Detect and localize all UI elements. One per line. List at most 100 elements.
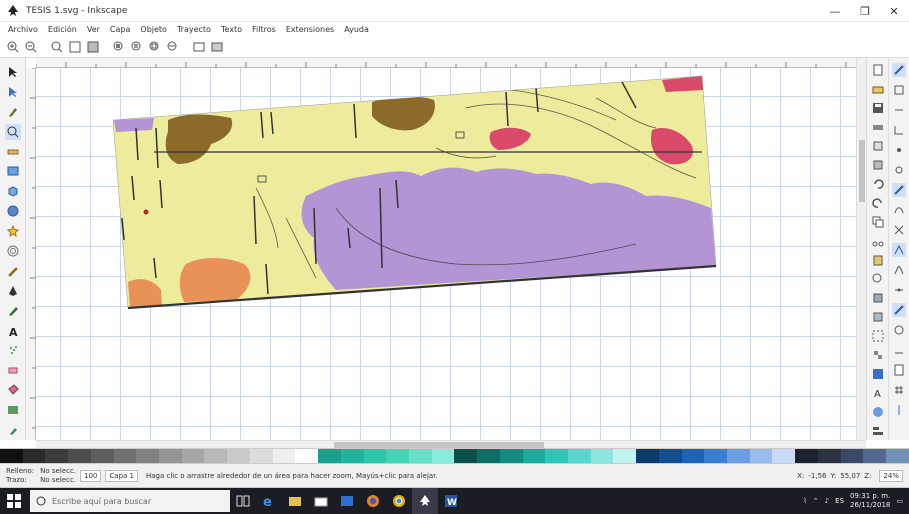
close-button[interactable]: ✕: [879, 0, 909, 22]
snap-bbox-mid-icon[interactable]: [892, 143, 906, 157]
maximize-button[interactable]: ❐: [850, 0, 880, 22]
palette-swatch[interactable]: [636, 449, 659, 463]
palette-swatch[interactable]: [658, 449, 682, 463]
palette-swatch[interactable]: [90, 449, 114, 463]
import-icon[interactable]: [871, 139, 885, 152]
palette-swatch[interactable]: [136, 449, 160, 463]
menu-item-text[interactable]: Texto: [221, 25, 242, 34]
task-view-icon[interactable]: [230, 488, 256, 514]
vertical-scroll-thumb[interactable]: [859, 140, 865, 202]
zoom-next-icon[interactable]: [210, 40, 224, 54]
zoom-1to2-icon[interactable]: [68, 40, 82, 54]
ungroup-icon[interactable]: [871, 348, 885, 361]
menu-item-extensions[interactable]: Extensiones: [286, 25, 334, 34]
zoom-field[interactable]: 24%: [879, 469, 903, 482]
layer-selector[interactable]: Capa 1: [105, 469, 138, 482]
snap-cusp-icon[interactable]: [892, 243, 906, 257]
zoom-prev-icon[interactable]: [192, 40, 206, 54]
eraser-tool-icon[interactable]: [5, 362, 21, 378]
palette-swatch[interactable]: [727, 449, 750, 463]
snap-toggle-icon[interactable]: [892, 63, 906, 77]
minimize-button[interactable]: —: [820, 0, 850, 22]
palette-swatch[interactable]: [477, 449, 500, 463]
word-icon[interactable]: W: [438, 488, 464, 514]
snap-object-center-icon[interactable]: [892, 303, 906, 317]
measure-tool-icon[interactable]: [5, 144, 21, 160]
snap-bbox-corner-icon[interactable]: [892, 123, 906, 137]
snap-rotation-center-icon[interactable]: [892, 323, 906, 337]
palette-swatch[interactable]: [886, 449, 909, 463]
palette-swatch[interactable]: [817, 449, 841, 463]
tweak-tool-icon[interactable]: [5, 104, 21, 120]
color-palette[interactable]: [0, 448, 909, 464]
ellipse-tool-icon[interactable]: [5, 203, 21, 219]
opacity-field[interactable]: 100: [80, 469, 102, 482]
snap-bbox-edge-icon[interactable]: [892, 103, 906, 117]
zoom-tool-icon[interactable]: [4, 123, 21, 140]
save-icon[interactable]: [871, 101, 885, 114]
network-icon[interactable]: ⌇: [803, 497, 806, 505]
palette-swatch[interactable]: [386, 449, 409, 463]
pencil-tool-icon[interactable]: [5, 263, 21, 279]
palette-swatch[interactable]: [704, 449, 727, 463]
palette-swatch[interactable]: [340, 449, 364, 463]
snap-smooth-icon[interactable]: [892, 263, 906, 277]
palette-swatch[interactable]: [590, 449, 614, 463]
3dbox-tool-icon[interactable]: [5, 183, 21, 199]
clone-icon[interactable]: [871, 310, 885, 323]
zoom-in-icon[interactable]: [6, 40, 20, 54]
inkscape-icon[interactable]: [412, 488, 438, 514]
palette-swatch[interactable]: [408, 449, 432, 463]
palette-swatch[interactable]: [249, 449, 273, 463]
node-tool-icon[interactable]: [5, 84, 21, 100]
menu-item-view[interactable]: Ver: [87, 25, 100, 34]
snap-nodes-icon[interactable]: [892, 183, 906, 197]
zoom-out-icon[interactable]: [24, 40, 38, 54]
palette-swatch[interactable]: [159, 449, 182, 463]
zoom-1to1-icon[interactable]: [50, 40, 64, 54]
palette-swatch[interactable]: [840, 449, 864, 463]
selector-icon[interactable]: [5, 64, 21, 80]
palette-swatch[interactable]: [749, 449, 773, 463]
group-icon[interactable]: [871, 329, 885, 342]
palette-swatch[interactable]: [545, 449, 568, 463]
chrome-icon[interactable]: [386, 488, 412, 514]
palette-swatch[interactable]: [45, 449, 69, 463]
paste-icon[interactable]: [871, 253, 885, 266]
menu-item-object[interactable]: Objeto: [140, 25, 167, 34]
horizontal-scrollbar[interactable]: [36, 440, 866, 448]
zoom-2to1-icon[interactable]: [86, 40, 100, 54]
zoom-drawing-icon[interactable]: [130, 40, 144, 54]
store-icon[interactable]: [308, 488, 334, 514]
spiral-tool-icon[interactable]: [5, 243, 21, 259]
menu-item-path[interactable]: Trayecto: [177, 25, 211, 34]
calligraphy-tool-icon[interactable]: [5, 303, 21, 319]
palette-swatch[interactable]: [499, 449, 523, 463]
action-center-icon[interactable]: ▭: [896, 497, 903, 505]
align-icon[interactable]: [871, 424, 885, 437]
palette-swatch[interactable]: [22, 449, 46, 463]
palette-swatch[interactable]: [431, 449, 455, 463]
vertical-scrollbar[interactable]: [856, 58, 866, 440]
zoom-selection-icon[interactable]: [112, 40, 126, 54]
snap-page-icon[interactable]: [892, 363, 906, 377]
zoom-fit-icon[interactable]: [871, 272, 885, 285]
language-icon[interactable]: ES: [835, 497, 844, 505]
print-icon[interactable]: [871, 120, 885, 133]
volume-icon[interactable]: ♪: [825, 497, 829, 505]
snap-intersection-icon[interactable]: [892, 223, 906, 237]
firefox-icon[interactable]: [360, 488, 386, 514]
snap-guide-icon[interactable]: [892, 403, 906, 417]
menu-item-layer[interactable]: Capa: [110, 25, 130, 34]
undo-icon[interactable]: [871, 177, 885, 190]
palette-swatch[interactable]: [318, 449, 341, 463]
edge-icon[interactable]: e: [256, 488, 282, 514]
rect-tool-icon[interactable]: [5, 163, 21, 179]
zoom-page-icon[interactable]: [148, 40, 162, 54]
zoom-page-width-icon[interactable]: [166, 40, 180, 54]
palette-swatch[interactable]: [295, 449, 319, 463]
export-icon[interactable]: [871, 158, 885, 171]
geological-map-image[interactable]: [112, 75, 717, 310]
palette-swatch[interactable]: [113, 449, 137, 463]
menu-item-edit[interactable]: Edición: [48, 25, 77, 34]
